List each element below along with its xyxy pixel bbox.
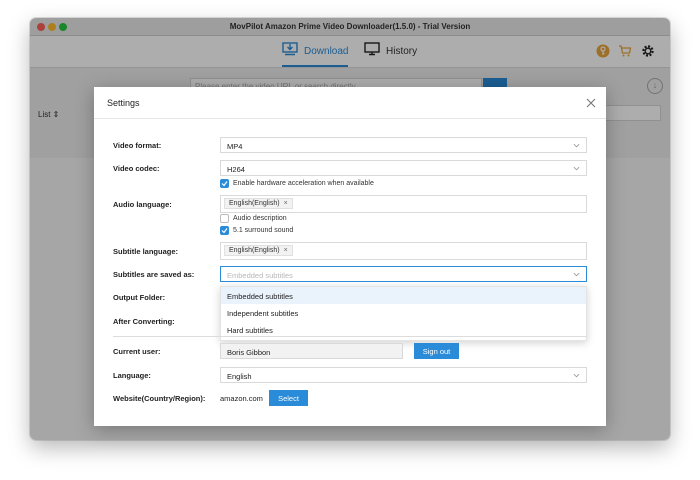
video-format-value: MP4 — [227, 142, 243, 151]
subtitle-language-tag-text: English(English) — [229, 247, 280, 254]
audio-description-checkbox[interactable]: Audio description — [220, 213, 287, 223]
section-divider — [113, 336, 587, 337]
checkbox-checked-icon — [220, 178, 229, 188]
language-select[interactable]: English — [220, 367, 587, 383]
video-format-select[interactable]: MP4 — [220, 137, 587, 153]
website-label: Website(Country/Region): — [113, 394, 206, 403]
hw-accel-checkbox[interactable]: Enable hardware acceleration when availa… — [220, 178, 374, 188]
checkbox-unchecked-icon — [220, 213, 229, 223]
checkbox-checked-icon — [220, 225, 229, 235]
video-format-label: Video format: — [113, 141, 162, 150]
surround-sound-label: 5.1 surround sound — [233, 226, 294, 234]
subtitles-saved-as-select[interactable]: Embedded subtitles — [220, 266, 587, 282]
language-value: English — [227, 372, 252, 381]
dialog-title: Settings — [107, 98, 140, 108]
audio-language-tag-text: English(English) — [229, 200, 280, 207]
video-codec-value: H264 — [227, 165, 245, 174]
current-user-label: Current user: — [113, 347, 161, 356]
video-codec-select[interactable]: H264 — [220, 160, 587, 176]
output-folder-label: Output Folder: — [113, 293, 166, 302]
hw-accel-label: Enable hardware acceleration when availa… — [233, 179, 374, 187]
language-label: Language: — [113, 371, 151, 380]
subtitles-saved-as-placeholder: Embedded subtitles — [227, 271, 293, 280]
subtitles-saved-as-label: Subtitles are saved as: — [113, 270, 195, 279]
subtitle-language-label: Subtitle language: — [113, 247, 179, 256]
video-codec-label: Video codec: — [113, 164, 160, 173]
close-icon[interactable] — [585, 96, 597, 108]
settings-dialog: Settings Video format: MP4 Video codec: … — [94, 87, 606, 426]
audio-language-tag: English(English) × — [224, 198, 293, 209]
chevron-down-icon — [573, 272, 580, 277]
chevron-down-icon — [573, 166, 580, 171]
website-value: amazon.com — [220, 394, 263, 403]
remove-tag-icon[interactable]: × — [284, 200, 288, 207]
sign-out-button[interactable]: Sign out — [414, 343, 459, 359]
after-converting-label: After Converting: — [113, 317, 175, 326]
chevron-down-icon — [573, 373, 580, 378]
audio-language-label: Audio language: — [113, 200, 172, 209]
surround-sound-checkbox[interactable]: 5.1 surround sound — [220, 225, 293, 235]
dropdown-option-independent[interactable]: Independent subtitles — [221, 304, 586, 321]
chevron-down-icon — [573, 143, 580, 148]
subtitle-language-select[interactable]: English(English) × — [220, 242, 587, 260]
remove-tag-icon[interactable]: × — [284, 247, 288, 254]
select-website-button[interactable]: Select — [269, 390, 308, 406]
audio-description-label: Audio description — [233, 214, 287, 222]
current-user-value: Boris Gibbon — [227, 348, 271, 357]
subtitles-dropdown-menu: Embedded subtitles Independent subtitles… — [220, 286, 587, 341]
audio-language-select[interactable]: English(English) × — [220, 195, 587, 213]
subtitle-language-tag: English(English) × — [224, 245, 293, 256]
dialog-header: Settings — [94, 87, 606, 119]
dropdown-option-embedded[interactable]: Embedded subtitles — [221, 287, 586, 304]
current-user-field: Boris Gibbon — [220, 343, 403, 359]
